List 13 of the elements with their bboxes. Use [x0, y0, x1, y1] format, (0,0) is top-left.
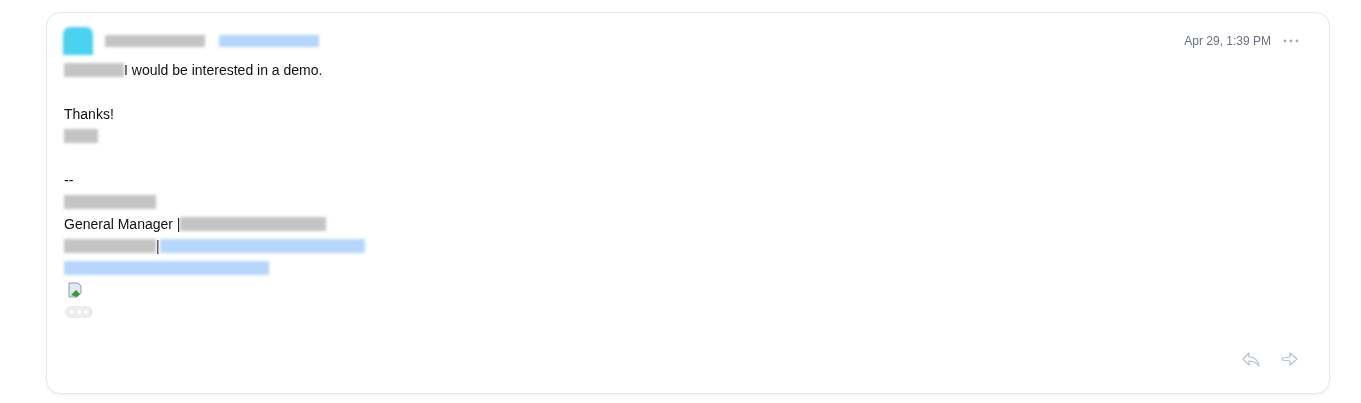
- redacted-text: [64, 63, 124, 77]
- message-text: I would be interested in a demo.: [124, 62, 323, 78]
- more-options-icon[interactable]: [1283, 39, 1299, 43]
- forward-icon[interactable]: [1279, 351, 1299, 367]
- message-text: Thanks!: [64, 106, 114, 122]
- broken-image-icon: [68, 282, 84, 298]
- redacted-avatar: [63, 27, 93, 55]
- message-text: |: [156, 238, 160, 254]
- redacted-text: [64, 129, 98, 143]
- message-text: --: [64, 172, 74, 188]
- message-text: General Manager |: [64, 216, 181, 232]
- reply-icon[interactable]: [1241, 351, 1261, 367]
- message-timestamp: Apr 29, 1:39 PM: [1184, 34, 1271, 48]
